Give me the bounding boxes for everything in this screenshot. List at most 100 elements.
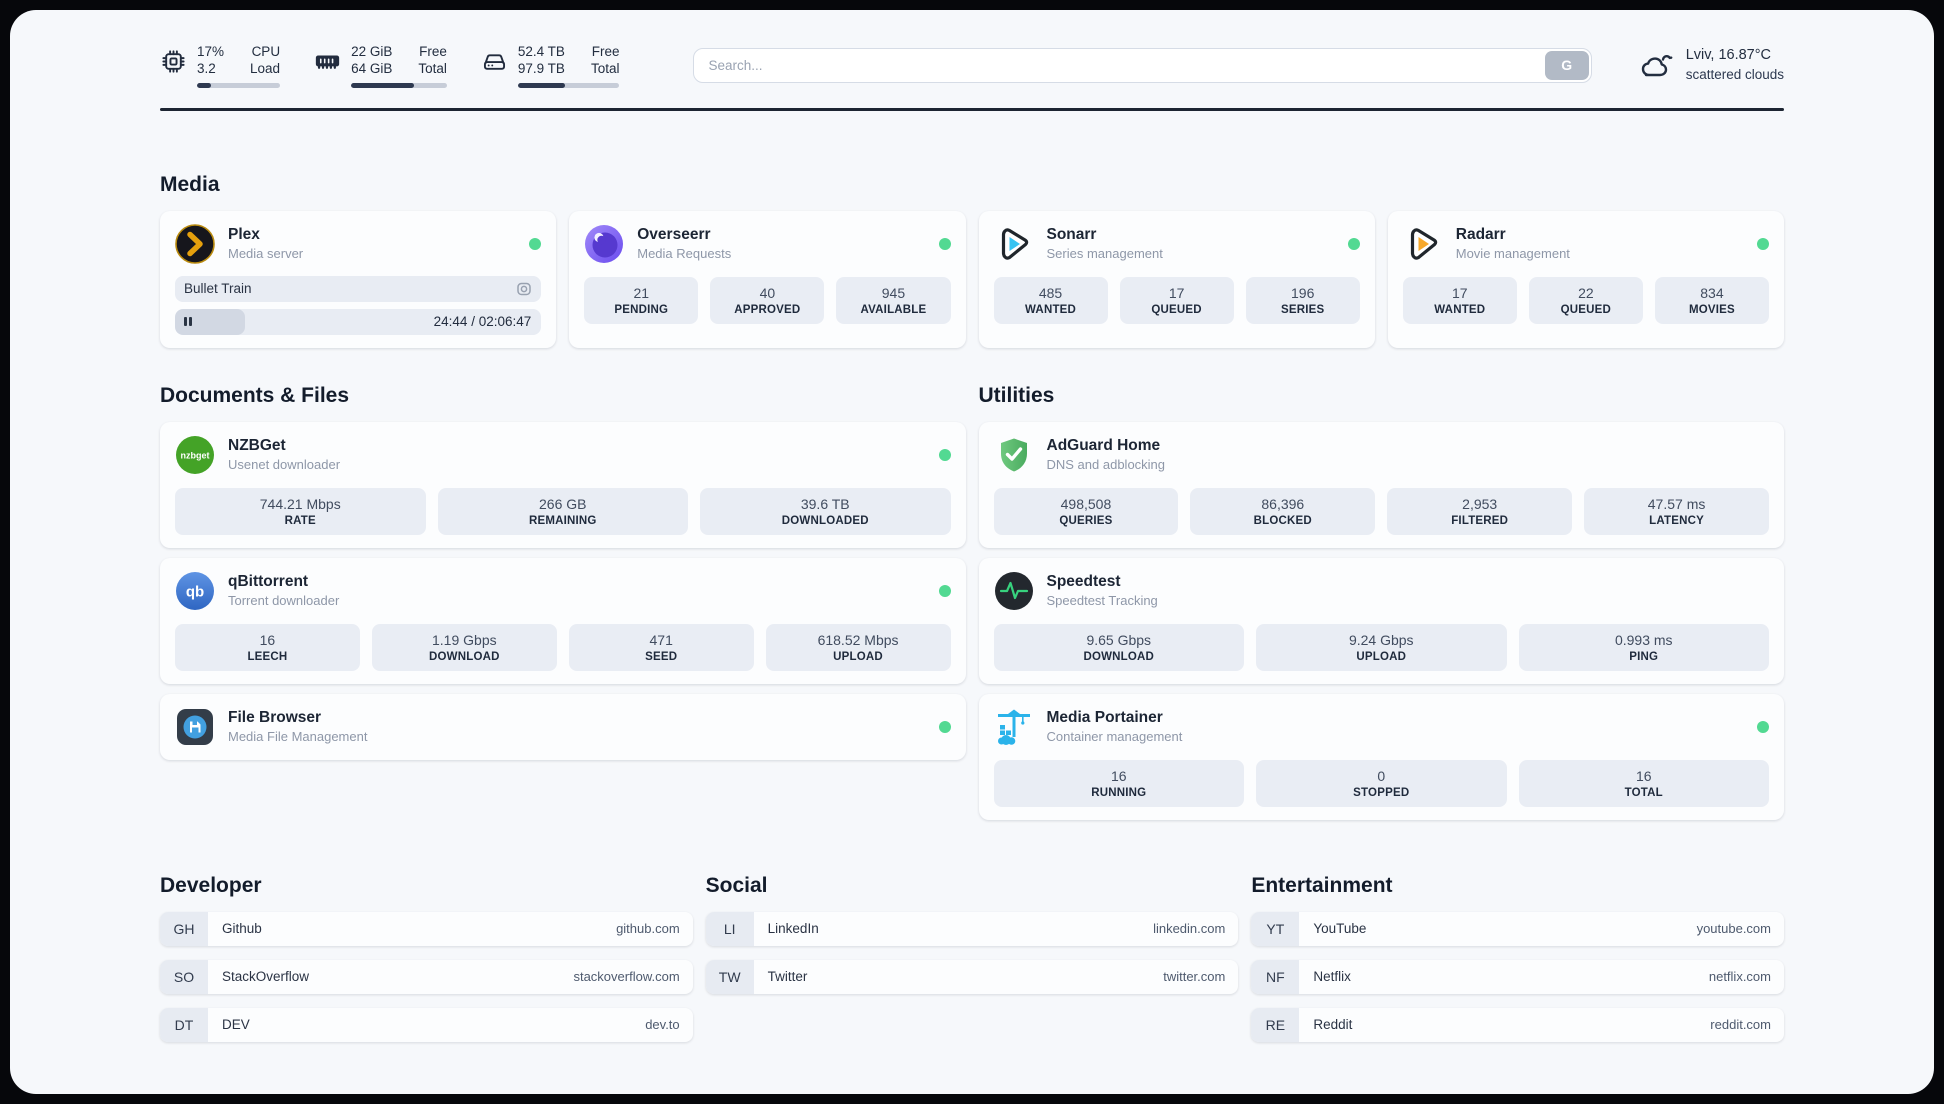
plex-desc: Media server <box>228 246 304 261</box>
speedtest-stat-upload: 9.24 Gbps UPLOAD <box>1256 623 1507 671</box>
stat-label: RUNNING <box>1091 786 1147 799</box>
bookmark-url: youtube.com <box>1696 921 1771 936</box>
speedtest-icon <box>994 571 1033 610</box>
pause-icon[interactable] <box>184 317 192 326</box>
plex-app-link[interactable]: Plex Media server <box>175 223 542 264</box>
speedtest-desc: Speedtest Tracking <box>1046 593 1158 608</box>
cpu-label-2: Load <box>250 60 281 76</box>
radarr-app-link[interactable]: Radarr Movie management <box>1403 224 1769 264</box>
stat-value: 1.19 Gbps <box>432 631 497 648</box>
nzbget-name: NZBGet <box>228 437 286 454</box>
bookmark-abbr: RE <box>1251 1007 1300 1042</box>
card-filebrowser: File Browser Media File Management <box>160 693 966 760</box>
bookmark-url: dev.to <box>645 1017 680 1032</box>
qbittorrent-stat-leech: 16 LEECH <box>175 623 360 671</box>
stat-label: RATE <box>284 514 316 527</box>
memory-progress-bar <box>351 82 447 88</box>
bookmark-abbr: YT <box>1251 911 1300 946</box>
cpu-value-2: 3.2 <box>197 60 216 76</box>
bookmark-name: DEV <box>222 1017 250 1032</box>
bookmark-group-developer: Developer GH Github github.com SO StackO… <box>160 874 693 1042</box>
qbittorrent-app-link[interactable]: qb qBittorrent Torrent downloader <box>175 571 951 611</box>
portainer-status-dot <box>1757 720 1769 733</box>
speedtest-app-link[interactable]: Speedtest Speedtest Tracking <box>994 571 1770 611</box>
speedtest-stat-ping: 0.993 ms PING <box>1518 623 1769 671</box>
stat-label: PENDING <box>614 303 669 316</box>
section-title-social: Social <box>705 873 768 897</box>
stat-value: 17 <box>1452 284 1468 301</box>
bookmark-linkedin[interactable]: LI LinkedIn linkedin.com <box>705 911 1239 946</box>
overseerr-app-link[interactable]: Overseerr Media Requests <box>584 224 951 264</box>
stat-label: APPROVED <box>734 303 801 316</box>
memory-label-1: Free <box>419 43 447 59</box>
bookmark-abbr: DT <box>160 1007 208 1042</box>
stat-value: 834 <box>1700 284 1724 301</box>
bookmark-github[interactable]: GH Github github.com <box>160 911 693 946</box>
stat-value: 40 <box>759 284 776 301</box>
nzbget-app-link[interactable]: nzbget NZBGet Usenet downloader <box>175 435 951 475</box>
radarr-status-dot <box>1757 237 1769 250</box>
search-bar: G <box>693 47 1592 83</box>
bookmark-twitter[interactable]: TW Twitter twitter.com <box>705 959 1239 994</box>
search-input[interactable] <box>693 47 1592 83</box>
sonarr-status-dot <box>1347 237 1360 250</box>
bookmark-name: LinkedIn <box>767 921 819 936</box>
session-view-icon[interactable] <box>516 281 532 297</box>
portainer-stat-total: 16 TOTAL <box>1518 759 1769 807</box>
sonarr-stat-wanted: 485 WANTED <box>993 276 1108 324</box>
card-sonarr: Sonarr Series management 485 WANTED 17 Q… <box>978 210 1375 348</box>
svg-text:qb: qb <box>186 583 204 600</box>
sonarr-app-link[interactable]: Sonarr Series management <box>994 224 1360 264</box>
svg-text:nzbget: nzbget <box>181 450 210 460</box>
radarr-name: Radarr <box>1455 226 1506 243</box>
stat-label: QUERIES <box>1059 514 1113 527</box>
stat-value: 86,396 <box>1261 495 1305 512</box>
sonarr-desc: Series management <box>1046 246 1163 261</box>
adguard-app-link[interactable]: AdGuard Home DNS and adblocking <box>994 435 1770 475</box>
dashboard-page: 17% 3.2 CPU Load 22 GiB 64 GiB Free Tota… <box>10 10 1934 1094</box>
bookmark-stackoverflow[interactable]: SO StackOverflow stackoverflow.com <box>160 959 693 994</box>
stat-label: PING <box>1629 650 1659 663</box>
adguard-icon <box>1000 438 1027 471</box>
qbittorrent-desc: Torrent downloader <box>228 593 340 608</box>
weather-widget[interactable]: Lviv, 16.87°C scattered clouds <box>1636 46 1784 84</box>
stat-label: TOTAL <box>1624 786 1663 799</box>
bookmark-dev[interactable]: DT DEV dev.to <box>160 1007 693 1042</box>
bookmark-abbr: LI <box>705 911 754 946</box>
filebrowser-app-link[interactable]: File Browser Media File Management <box>175 707 951 747</box>
qbittorrent-stat-download: 1.19 Gbps DOWNLOAD <box>371 623 557 671</box>
adguard-stat-filtered: 2,953 FILTERED <box>1387 487 1573 535</box>
overseerr-desc: Media Requests <box>637 246 732 261</box>
adguard-stat-latency: 47.57 ms LATENCY <box>1584 487 1769 535</box>
section-title-media: Media <box>160 172 220 196</box>
cpu-widget: 17% 3.2 CPU Load <box>160 43 281 88</box>
overseerr-name: Overseerr <box>637 226 711 243</box>
plex-now-playing-title: Bullet Train <box>184 281 252 296</box>
bookmark-name: Reddit <box>1313 1017 1353 1032</box>
radarr-desc: Movie management <box>1455 246 1570 261</box>
bookmark-netflix[interactable]: NF Netflix netflix.com <box>1251 959 1784 994</box>
stat-label: AVAILABLE <box>860 303 927 316</box>
stat-label: DOWNLOADED <box>781 514 869 527</box>
search-provider-button[interactable]: G <box>1544 50 1589 80</box>
stat-value: 618.52 Mbps <box>817 631 899 648</box>
portainer-stat-stopped: 0 STOPPED <box>1256 759 1507 807</box>
adguard-desc: DNS and adblocking <box>1046 457 1166 472</box>
filebrowser-name: File Browser <box>228 709 322 726</box>
plex-status-dot <box>529 237 542 250</box>
bookmark-reddit[interactable]: RE Reddit reddit.com <box>1251 1007 1784 1042</box>
qbittorrent-name: qBittorrent <box>228 573 309 590</box>
portainer-app-link[interactable]: Media Portainer Container management <box>994 707 1769 747</box>
disk-value-2: 97.9 TB <box>517 60 565 76</box>
stat-value: 744.21 Mbps <box>259 495 341 512</box>
stat-value: 16 <box>1110 767 1127 784</box>
filebrowser-status-dot <box>938 720 951 733</box>
section-media: Media Plex Media server Bullet Train 24:… <box>160 173 1784 348</box>
memory-value-2: 64 GiB <box>351 60 393 76</box>
card-radarr: Radarr Movie management 17 WANTED 22 QUE… <box>1387 210 1784 348</box>
bookmark-youtube[interactable]: YT YouTube youtube.com <box>1251 911 1784 946</box>
stat-value: 0.993 ms <box>1614 631 1673 648</box>
stat-label: UPLOAD <box>1356 650 1407 663</box>
bookmark-name: Netflix <box>1313 969 1351 984</box>
nzbget-stat-downloaded: 39.6 TB DOWNLOADED <box>700 487 951 535</box>
